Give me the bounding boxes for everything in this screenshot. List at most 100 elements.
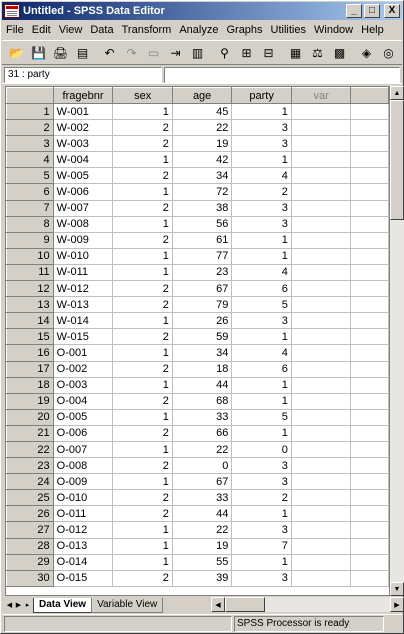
cell-fragebnr[interactable]: W-015 <box>53 328 114 346</box>
column-header-empty[interactable] <box>350 87 389 104</box>
insert-case-icon[interactable]: ⊞ <box>236 43 257 63</box>
cell-fragebnr[interactable]: O-012 <box>53 521 114 539</box>
cell-var[interactable] <box>291 457 352 475</box>
cell-sex[interactable]: 1 <box>112 441 173 459</box>
cell-party[interactable]: 3 <box>231 119 292 137</box>
cell-empty[interactable] <box>350 521 389 539</box>
cell-var[interactable] <box>291 521 352 539</box>
cell-sex[interactable]: 2 <box>112 570 173 587</box>
cell-var[interactable] <box>291 489 352 507</box>
cell-fragebnr[interactable]: O-003 <box>53 377 114 394</box>
cell-var[interactable] <box>291 296 352 314</box>
cell-age[interactable]: 34 <box>172 344 233 362</box>
cell-var[interactable] <box>291 393 352 410</box>
minimize-button[interactable]: _ <box>346 4 362 18</box>
cell-fragebnr[interactable]: W-013 <box>53 296 114 314</box>
tab-variable-view[interactable]: Variable View <box>91 597 164 613</box>
cell-sex[interactable]: 2 <box>112 328 173 346</box>
cell-fragebnr[interactable]: O-015 <box>53 570 114 587</box>
cell-age[interactable]: 68 <box>172 393 233 410</box>
cell-empty[interactable] <box>350 505 389 523</box>
insert-variable-icon[interactable]: ⊟ <box>258 43 279 63</box>
scroll-down-arrow-icon[interactable]: ▼ <box>390 582 404 596</box>
cell-empty[interactable] <box>350 248 389 265</box>
cell-empty[interactable] <box>350 344 389 362</box>
row-number[interactable]: 17 <box>6 361 54 378</box>
maximize-button[interactable]: □ <box>364 4 380 18</box>
cell-party[interactable]: 3 <box>231 457 292 475</box>
cell-sex[interactable]: 1 <box>112 377 173 394</box>
cell-empty[interactable] <box>350 312 389 330</box>
print-icon[interactable]: 🖨 <box>50 43 71 63</box>
cell-empty[interactable] <box>350 296 389 314</box>
cell-empty[interactable] <box>350 119 389 137</box>
menu-edit[interactable]: Edit <box>28 24 55 36</box>
cell-age[interactable]: 22 <box>172 441 233 459</box>
cell-age[interactable]: 44 <box>172 377 233 394</box>
cell-sex[interactable]: 2 <box>112 200 173 217</box>
cell-sex[interactable]: 1 <box>112 216 173 233</box>
resize-grip-icon[interactable] <box>386 616 400 632</box>
cell-fragebnr[interactable]: O-004 <box>53 393 114 410</box>
cell-age[interactable]: 44 <box>172 505 233 523</box>
cell-empty[interactable] <box>350 264 389 282</box>
menu-view[interactable]: View <box>55 24 87 36</box>
row-number[interactable]: 20 <box>6 409 54 426</box>
scroll-up-arrow-icon[interactable]: ▲ <box>390 86 404 100</box>
cell-var[interactable] <box>291 151 352 169</box>
row-number[interactable]: 6 <box>6 183 54 201</box>
cell-sex[interactable]: 2 <box>112 489 173 507</box>
cell-party[interactable]: 1 <box>231 425 292 442</box>
cell-empty[interactable] <box>350 216 389 233</box>
cell-party[interactable]: 1 <box>231 103 292 121</box>
cell-age[interactable]: 72 <box>172 183 233 201</box>
cell-empty[interactable] <box>350 167 389 185</box>
cell-var[interactable] <box>291 280 352 298</box>
cell-var[interactable] <box>291 312 352 330</box>
select-cases-icon[interactable]: ▩ <box>329 43 350 63</box>
cell-empty[interactable] <box>350 425 389 442</box>
cell-party[interactable]: 1 <box>231 554 292 571</box>
cell-fragebnr[interactable]: W-007 <box>53 200 114 217</box>
cell-fragebnr[interactable]: O-013 <box>53 538 114 555</box>
row-number[interactable]: 13 <box>6 296 54 314</box>
row-number[interactable]: 18 <box>6 377 54 394</box>
cell-fragebnr[interactable]: W-006 <box>53 183 114 201</box>
cell-fragebnr[interactable]: O-001 <box>53 344 114 362</box>
cell-age[interactable]: 56 <box>172 216 233 233</box>
row-number[interactable]: 12 <box>6 280 54 298</box>
row-number[interactable]: 10 <box>6 248 54 265</box>
cell-fragebnr[interactable]: W-004 <box>53 151 114 169</box>
cell-empty[interactable] <box>350 232 389 249</box>
column-header-fragebnr[interactable]: fragebnr <box>52 87 114 104</box>
menu-window[interactable]: Window <box>310 24 357 36</box>
cell-party[interactable]: 5 <box>231 409 292 426</box>
cell-party[interactable]: 2 <box>231 183 292 201</box>
save-icon[interactable]: 💾 <box>28 43 49 63</box>
row-number[interactable]: 28 <box>6 538 54 555</box>
cell-var[interactable] <box>291 441 352 459</box>
close-button[interactable]: X <box>384 4 400 18</box>
cell-age[interactable]: 0 <box>172 457 233 475</box>
cell-var[interactable] <box>291 361 352 378</box>
cell-var[interactable] <box>291 119 352 137</box>
menu-graphs[interactable]: Graphs <box>222 24 266 36</box>
cell-age[interactable]: 67 <box>172 280 233 298</box>
cell-sex[interactable]: 2 <box>112 167 173 185</box>
tab-next-arrow-icon[interactable]: ▶ <box>14 601 23 609</box>
row-number[interactable]: 11 <box>6 264 54 282</box>
cell-fragebnr[interactable]: W-003 <box>53 135 114 153</box>
cell-age[interactable]: 26 <box>172 312 233 330</box>
cell-party[interactable]: 7 <box>231 538 292 555</box>
horizontal-scrollbar[interactable]: ◀ ▶ <box>211 597 404 612</box>
cell-empty[interactable] <box>350 151 389 169</box>
row-number[interactable]: 8 <box>6 216 54 233</box>
cell-sex[interactable]: 1 <box>112 103 173 121</box>
tab-data-view[interactable]: Data View <box>33 597 93 613</box>
cell-var[interactable] <box>291 554 352 571</box>
value-labels-icon[interactable]: ◈ <box>356 43 377 63</box>
column-header-var[interactable]: var <box>290 87 352 104</box>
row-number[interactable]: 5 <box>6 167 54 185</box>
cell-sex[interactable]: 2 <box>112 296 173 314</box>
tab-last-arrow-icon[interactable]: ▸ <box>23 601 32 609</box>
